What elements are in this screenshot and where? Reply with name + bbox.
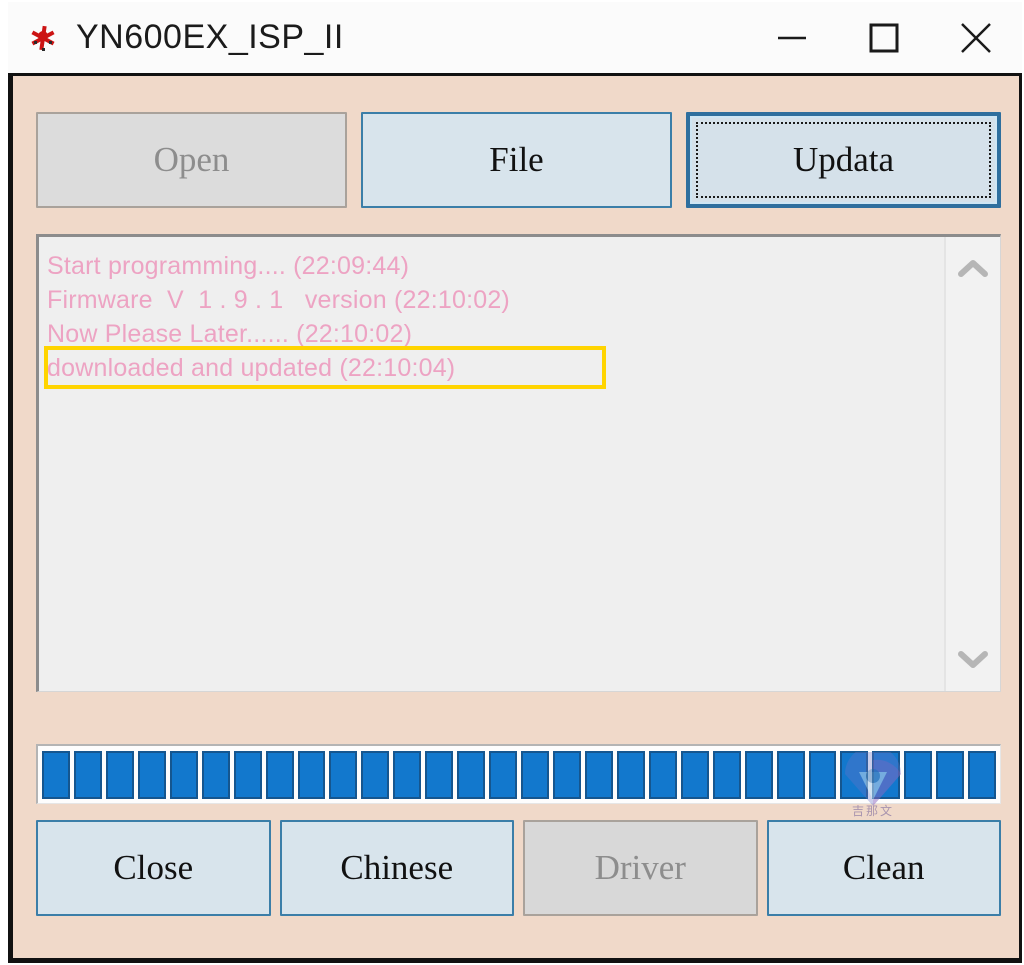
- progress-segment: [872, 750, 901, 799]
- updata-button[interactable]: Updata: [686, 112, 1001, 208]
- driver-button-label: Driver: [594, 848, 686, 887]
- log-line: Start programming.... (22:09:44): [47, 252, 410, 280]
- progress-segment: [936, 750, 965, 799]
- log-line: downloaded and updated (22:10:04): [47, 354, 456, 382]
- chevron-down-icon[interactable]: [953, 641, 993, 677]
- title-bar: YN600EX_ISP_II: [8, 2, 1022, 76]
- progress-segment: [968, 750, 997, 799]
- progress-segment: [233, 750, 262, 799]
- progress-segment: [489, 750, 518, 799]
- chinese-button[interactable]: Chinese: [279, 820, 514, 916]
- progress-segment: [584, 750, 613, 799]
- clean-button[interactable]: Clean: [766, 820, 1001, 916]
- log-line: Firmware V 1 . 9 . 1 version (22:10:02): [47, 286, 510, 314]
- progress-segment: [265, 750, 294, 799]
- clean-button-label: Clean: [842, 848, 925, 887]
- log-text-area[interactable]: Start programming.... (22:09:44) Firmwar…: [39, 237, 944, 691]
- progress-segment: [648, 750, 677, 799]
- progress-segment: [457, 750, 486, 799]
- progress-bar: [36, 744, 1001, 804]
- chinese-button-label: Chinese: [340, 848, 454, 887]
- progress-segment: [329, 750, 358, 799]
- progress-segment: [904, 750, 933, 799]
- window-title: YN600EX_ISP_II: [76, 18, 344, 56]
- progress-segment: [840, 750, 869, 799]
- open-button-label: Open: [153, 140, 230, 179]
- window-body: Open File Updata Start programming.... (…: [8, 76, 1022, 963]
- updata-button-label: Updata: [792, 140, 895, 179]
- watermark-text: 吉那文: [851, 804, 894, 818]
- driver-button[interactable]: Driver: [523, 820, 758, 916]
- toolbar: Open File Updata: [36, 112, 1001, 208]
- progress-segment: [712, 750, 741, 799]
- progress-segment: [105, 750, 134, 799]
- progress-segment: [42, 750, 70, 799]
- progress-segment: [137, 750, 166, 799]
- progress-segment: [680, 750, 709, 799]
- progress-segment: [776, 750, 805, 799]
- log-line: Now Please Later...... (22:10:02): [47, 320, 413, 348]
- progress-segment: [73, 750, 102, 799]
- scrollbar-track[interactable]: [946, 287, 1000, 641]
- file-button-label: File: [489, 140, 544, 179]
- progress-segment: [201, 750, 230, 799]
- progress-segment: [616, 750, 645, 799]
- log-scrollbar[interactable]: [944, 237, 1000, 691]
- progress-segment: [521, 750, 549, 799]
- open-button[interactable]: Open: [36, 112, 347, 208]
- progress-segment: [744, 750, 773, 799]
- progress-segment: [553, 750, 581, 799]
- minimize-button[interactable]: [746, 2, 838, 74]
- red-asterisk-icon: [30, 24, 56, 52]
- close-action-button[interactable]: Close: [36, 820, 271, 916]
- title-bar-left: YN600EX_ISP_II: [8, 18, 746, 57]
- application-window: YN600EX_ISP_II Open File Updata Start pr…: [0, 0, 1024, 965]
- close-button[interactable]: [930, 2, 1022, 74]
- progress-segment: [393, 750, 422, 799]
- progress-segment: [169, 750, 198, 799]
- log-panel[interactable]: Start programming.... (22:09:44) Firmwar…: [36, 234, 1001, 692]
- footer-buttons: Close Chinese Driver Clean: [36, 820, 1001, 916]
- progress-segment: [297, 750, 326, 799]
- chevron-up-icon[interactable]: [953, 251, 993, 287]
- maximize-button[interactable]: [838, 2, 930, 74]
- progress-segment: [361, 750, 390, 799]
- progress-segment: [425, 750, 454, 799]
- close-action-label: Close: [113, 848, 194, 887]
- file-button[interactable]: File: [361, 112, 672, 208]
- progress-segment: [808, 750, 837, 799]
